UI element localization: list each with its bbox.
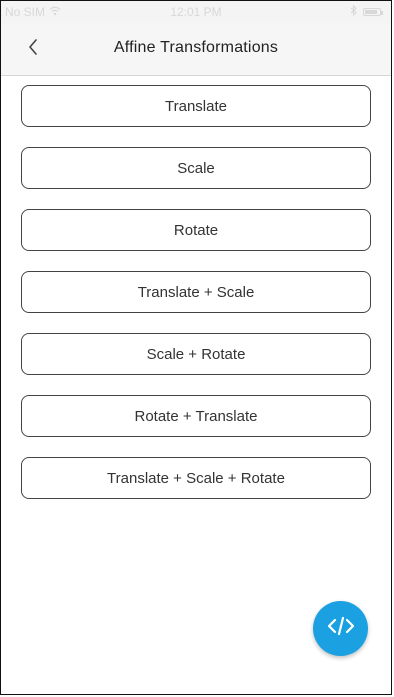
status-time: 12:01 PM <box>170 5 222 19</box>
translate-scale-button[interactable]: Translate + Scale <box>21 271 371 313</box>
transformation-list: Translate Scale Rotate Translate + Scale… <box>21 85 373 519</box>
code-icon <box>327 616 355 641</box>
view-code-button[interactable] <box>313 601 368 656</box>
navigation-bar: Affine Transformations <box>1 23 391 76</box>
page-title: Affine Transformations <box>113 39 279 56</box>
status-bar: No SIM 12:01 PM <box>1 1 391 23</box>
scale-button[interactable]: Scale <box>21 147 371 189</box>
rotate-button[interactable]: Rotate <box>21 209 371 251</box>
translate-scale-rotate-button[interactable]: Translate + Scale + Rotate <box>21 457 371 499</box>
battery-icon <box>363 8 383 16</box>
status-right <box>350 4 383 19</box>
rotate-translate-button[interactable]: Rotate + Translate <box>21 395 371 437</box>
app-window: No SIM 12:01 PM Affine Transformations T… <box>0 0 392 695</box>
bluetooth-icon <box>350 4 357 19</box>
translate-button[interactable]: Translate <box>21 85 371 127</box>
scale-rotate-button[interactable]: Scale + Rotate <box>21 333 371 375</box>
